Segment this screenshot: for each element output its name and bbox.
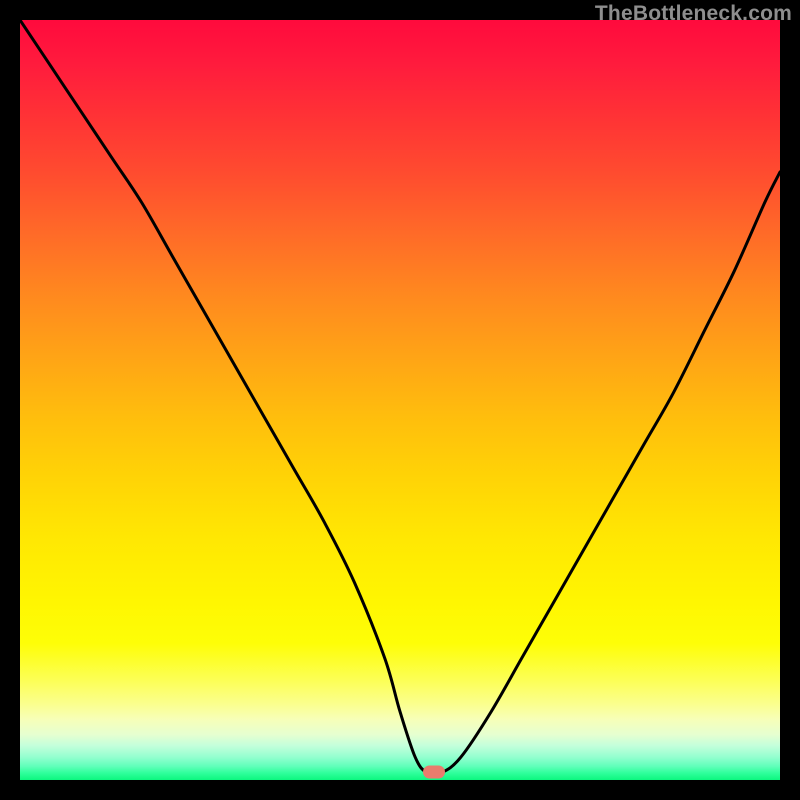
chart-frame: TheBottleneck.com: [0, 0, 800, 800]
optimal-point-marker: [423, 766, 445, 779]
plot-area: [20, 20, 780, 780]
bottleneck-curve: [20, 20, 780, 780]
